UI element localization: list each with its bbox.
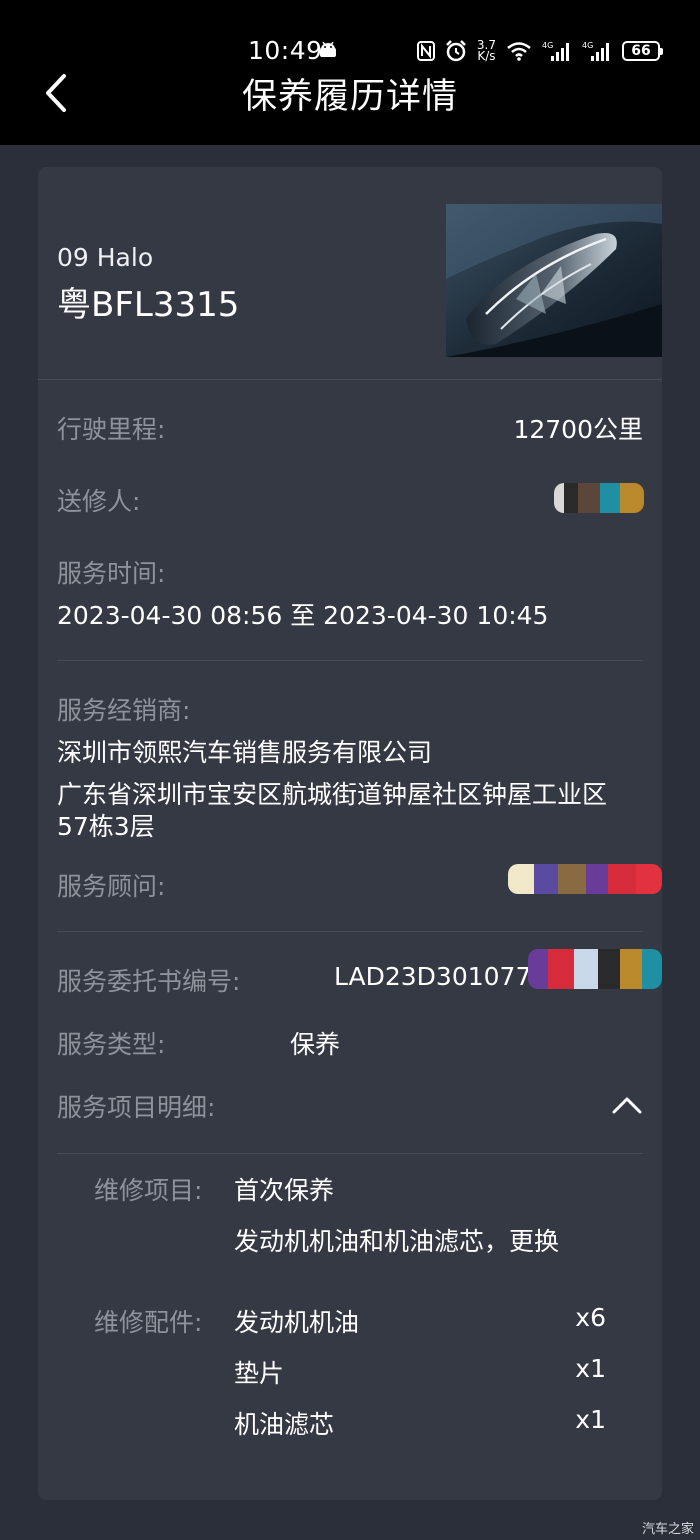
repair-items-label: 维修项目: bbox=[94, 1176, 203, 1205]
service-items-label: 服务项目明细: bbox=[57, 1093, 216, 1122]
maintenance-detail-card: 09 Halo 粤BFL3315 行驶里程: 12700公里 送修人: 服务时间… bbox=[38, 167, 662, 1500]
dealer-address-line2: 57栋3层 bbox=[57, 812, 155, 841]
divider bbox=[57, 931, 643, 932]
dealer-name: 深圳市领熙汽车销售服务有限公司 bbox=[57, 738, 433, 767]
svg-text:4G: 4G bbox=[542, 41, 553, 50]
repair-parts-label: 维修配件: bbox=[94, 1308, 203, 1337]
divider bbox=[57, 660, 643, 661]
top-bar: 10:49 3.7 K/s 4G 4G 66 保养履历详情 bbox=[0, 0, 700, 145]
signal-icon: 4G bbox=[542, 41, 569, 61]
nfc-icon bbox=[416, 41, 435, 61]
service-type-value: 保养 bbox=[290, 1030, 341, 1059]
redacted-sender bbox=[554, 483, 644, 513]
watermark: 汽车之家 bbox=[641, 1522, 694, 1537]
part-qty: x1 bbox=[575, 1405, 606, 1434]
redacted-advisor bbox=[508, 864, 662, 894]
mileage-value: 12700公里 bbox=[513, 415, 643, 444]
status-time: 10:49 bbox=[248, 36, 323, 65]
license-plate: 粤BFL3315 bbox=[57, 285, 240, 325]
mileage-label: 行驶里程: bbox=[57, 415, 166, 444]
repair-item: 首次保养 bbox=[234, 1176, 335, 1205]
net-speed: 3.7 K/s bbox=[476, 38, 496, 63]
car-headlight-image bbox=[446, 204, 662, 357]
part-name: 发动机机油 bbox=[234, 1308, 360, 1337]
part-qty: x6 bbox=[575, 1303, 606, 1332]
service-time-value: 2023-04-30 08:56 至 2023-04-30 10:45 bbox=[57, 601, 549, 630]
vehicle-model: 09 Halo bbox=[57, 243, 154, 272]
order-number-value: LAD23D301077 bbox=[334, 962, 532, 991]
part-qty: x1 bbox=[575, 1354, 606, 1383]
status-icons: 3.7 K/s 4G 4G 66 bbox=[416, 36, 663, 66]
dealer-address-line1: 广东省深圳市宝安区航城街道钟屋社区钟屋工业区 bbox=[57, 780, 608, 809]
android-icon bbox=[320, 42, 336, 57]
divider bbox=[38, 379, 662, 380]
part-name: 垫片 bbox=[234, 1359, 285, 1388]
wifi-icon bbox=[507, 42, 531, 61]
signal-icon: 4G bbox=[582, 41, 609, 61]
chevron-up-icon[interactable] bbox=[611, 1095, 643, 1115]
advisor-label: 服务顾问: bbox=[57, 872, 166, 901]
service-type-label: 服务类型: bbox=[57, 1030, 166, 1059]
page-title: 保养履历详情 bbox=[241, 77, 458, 117]
svg-text:4G: 4G bbox=[582, 41, 593, 50]
alarm-icon bbox=[446, 40, 466, 62]
sender-label: 送修人: bbox=[57, 487, 141, 516]
divider bbox=[57, 1153, 643, 1154]
order-number-label: 服务委托书编号: bbox=[57, 967, 241, 996]
redacted-order-number bbox=[528, 949, 662, 989]
battery-icon: 66 bbox=[622, 41, 663, 61]
repair-item: 发动机机油和机油滤芯，更换 bbox=[234, 1227, 560, 1256]
part-name: 机油滤芯 bbox=[234, 1410, 335, 1439]
service-time-label: 服务时间: bbox=[57, 559, 166, 588]
dealer-label: 服务经销商: bbox=[57, 696, 191, 725]
